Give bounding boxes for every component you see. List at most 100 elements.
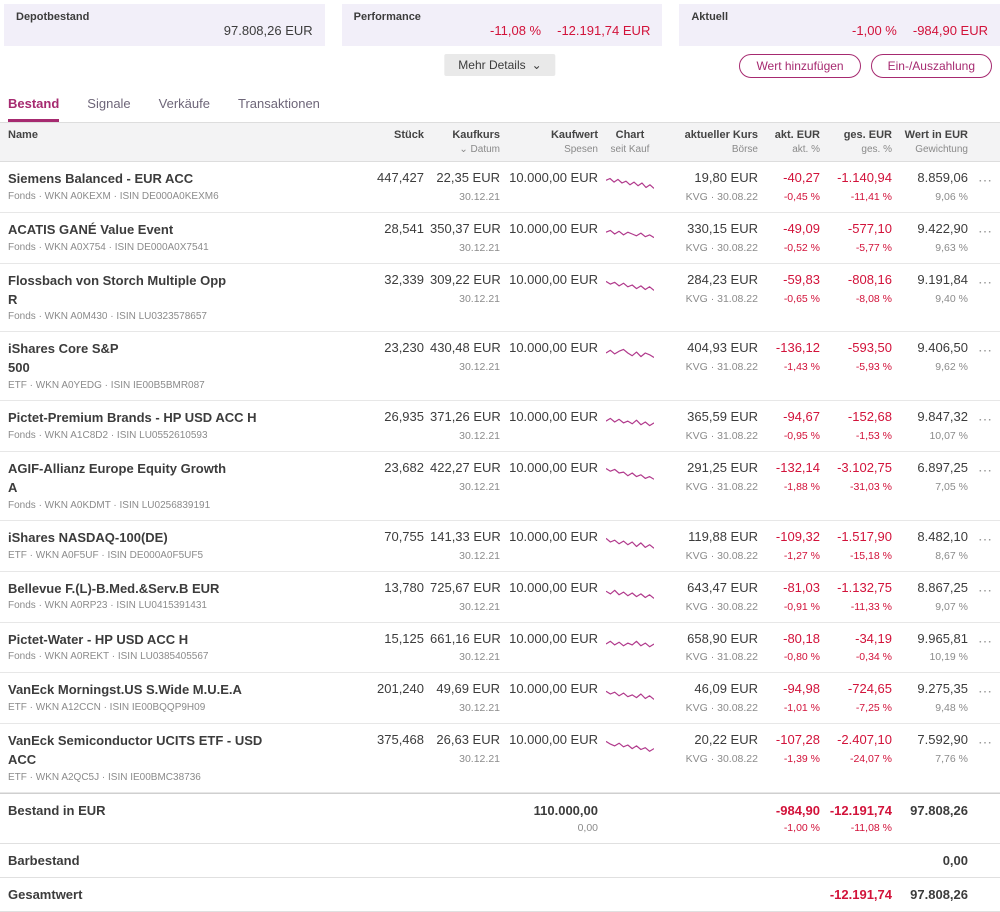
fund-name-cell[interactable]: Siemens Balanced - EUR ACC Fonds · WKN A… — [8, 170, 356, 202]
wert-cell: 8.867,25 9,07 % — [917, 579, 968, 613]
fund-name-cell[interactable]: iShares Core S&P 500 ETF · WKN A0YEDG · … — [8, 340, 356, 391]
aktueller-kurs-cell: 119,88 EUR KVG · 30.08.22 — [685, 528, 758, 562]
fund-name-cell[interactable]: VanEck Morningst.US S.Wide M.U.E.A ETF ·… — [8, 681, 356, 713]
add-value-button[interactable]: Wert hinzufügen — [739, 54, 861, 78]
fund-name-cell[interactable]: Pictet-Water - HP USD ACC H Fonds · WKN … — [8, 631, 356, 663]
fund-meta: Fonds · WKN A0KEXM · ISIN DE000A0KEXM6 — [8, 190, 219, 202]
row-menu-button[interactable]: ⋯ — [974, 529, 996, 548]
aktueller-kurs-cell: 643,47 EUR KVG · 30.08.22 — [685, 579, 758, 613]
fund-name: Pictet-Premium Brands - HP USD ACC H — [8, 410, 257, 426]
col-header-kaufkurs[interactable]: Kaufkurs ⌄ Datum — [430, 129, 500, 155]
table-row[interactable]: ACATIS GANÉ Value Event Fonds · WKN A0X7… — [0, 213, 1000, 264]
chart-cell — [604, 681, 656, 705]
ellipsis-icon: ⋯ — [978, 273, 992, 290]
tab-transaktionen[interactable]: Transaktionen — [238, 96, 320, 122]
table-row[interactable]: Pictet-Premium Brands - HP USD ACC H Fon… — [0, 401, 1000, 453]
fund-name-cell[interactable]: Flossbach von Storch Multiple Opp R Fond… — [8, 272, 356, 323]
ellipsis-icon: ⋯ — [978, 632, 992, 649]
col-header-akt-eur[interactable]: akt. EUR akt. % — [764, 129, 820, 155]
row-menu-button[interactable]: ⋯ — [974, 580, 996, 599]
stueck-cell: 15,125 — [384, 630, 424, 646]
table-row[interactable]: VanEck Semiconductor UCITS ETF - USD ACC… — [0, 724, 1000, 793]
row-menu-button[interactable]: ⋯ — [974, 340, 996, 359]
footer-row-gesamtwert: Gesamtwert -12.191,74 97.808,26 — [0, 878, 1000, 912]
row-menu-button[interactable]: ⋯ — [974, 170, 996, 189]
kaufkurs-cell: 350,37 EUR 30.12.21 — [430, 220, 501, 254]
col-header-ges-eur[interactable]: ges. EUR ges. % — [826, 129, 892, 155]
chart-cell — [604, 460, 656, 484]
fund-name-cell[interactable]: AGIF-Allianz Europe Equity Growth A Fond… — [8, 460, 356, 511]
row-menu-button[interactable]: ⋯ — [974, 221, 996, 240]
footer-row-bestand: Bestand in EUR 110.000,00 0,00 -984,90 -… — [0, 792, 1000, 844]
kaufwert-cell: 10.000,00 EUR — [509, 630, 598, 646]
fund-meta: ETF · WKN A0F5UF · ISIN DE000A0F5UF5 — [8, 549, 204, 561]
akt-eur-cell: -49,09 -0,52 % — [783, 220, 820, 254]
ges-eur-cell: -724,65 -7,25 % — [847, 681, 892, 715]
row-menu-button[interactable]: ⋯ — [974, 272, 996, 291]
ges-eur-cell: -3.102,75 -31,03 % — [837, 460, 892, 493]
fund-name-cell[interactable]: VanEck Semiconductor UCITS ETF - USD ACC… — [8, 732, 356, 783]
kaufkurs-cell: 371,26 EUR 30.12.21 — [430, 409, 501, 443]
kaufwert-cell: 10.000,00 EUR — [509, 271, 598, 287]
fund-name: Flossbach von Storch Multiple Opp R — [8, 272, 227, 307]
sparkline-chart — [606, 691, 654, 701]
kaufkurs-cell: 430,48 EUR 30.12.21 — [430, 340, 501, 374]
more-details-button[interactable]: Mehr Details ⌄ — [444, 54, 556, 76]
tab-bestand[interactable]: Bestand — [8, 96, 60, 122]
row-menu-button[interactable]: ⋯ — [974, 409, 996, 428]
fund-meta: Fonds · WKN A0REKT · ISIN LU0385405567 — [8, 651, 209, 663]
kaufwert-cell: 10.000,00 EUR — [509, 579, 598, 595]
row-menu-button[interactable]: ⋯ — [974, 631, 996, 650]
fund-name-cell[interactable]: ACATIS GANÉ Value Event Fonds · WKN A0X7… — [8, 221, 356, 253]
akt-eur-cell: -107,28 -1,39 % — [775, 732, 820, 766]
chart-cell — [604, 221, 656, 245]
stueck-cell: 447,427 — [377, 170, 424, 185]
col-header-kurs[interactable]: aktueller Kurs Börse — [662, 129, 758, 155]
kaufwert-cell: 10.000,00 EUR — [509, 681, 598, 697]
akt-eur-cell: -59,83 -0,65 % — [783, 271, 820, 305]
chevron-down-icon: ⌄ — [531, 58, 542, 72]
fund-name-cell[interactable]: iShares NASDAQ-100(DE) ETF · WKN A0F5UF … — [8, 529, 356, 561]
aktueller-kurs-cell: 404,93 EUR KVG · 31.08.22 — [685, 340, 758, 374]
fund-meta: Fonds · WKN A0M430 · ISIN LU0323578657 — [8, 311, 207, 323]
sparkline-chart — [606, 468, 654, 480]
fund-name-cell[interactable]: Bellevue F.(L)-B.Med.&Serv.B EUR Fonds ·… — [8, 580, 356, 612]
wert-cell: 9.406,50 9,62 % — [917, 340, 968, 374]
table-row[interactable]: iShares Core S&P 500 ETF · WKN A0YEDG · … — [0, 332, 1000, 402]
table-row[interactable]: Pictet-Water - HP USD ACC H Fonds · WKN … — [0, 623, 1000, 674]
tab-verkaeufe[interactable]: Verkäufe — [159, 96, 210, 122]
table-row[interactable]: Flossbach von Storch Multiple Opp R Fond… — [0, 264, 1000, 333]
card-label: Aktuell — [691, 11, 729, 23]
fund-meta: ETF · WKN A12CCN · ISIN IE00BQQP9H09 — [8, 702, 206, 714]
wert-cell: 8.859,06 9,06 % — [917, 170, 968, 203]
akt-eur-cell: -109,32 -1,27 % — [775, 528, 820, 562]
deposit-withdraw-button[interactable]: Ein-/Auszahlung — [870, 54, 992, 78]
row-menu-button[interactable]: ⋯ — [974, 460, 996, 479]
sparkline-chart — [606, 280, 654, 291]
ges-eur-cell: -34,19 -0,34 % — [855, 630, 892, 664]
tab-signale[interactable]: Signale — [87, 96, 130, 122]
col-header-stueck[interactable]: Stück — [362, 129, 424, 141]
ges-eur-cell: -1.517,90 -15,18 % — [837, 528, 892, 562]
sparkline-chart — [606, 640, 654, 647]
table-header: Name Stück Kaufkurs ⌄ Datum Kaufwert Spe… — [0, 122, 1000, 162]
fund-name: iShares NASDAQ-100(DE) — [8, 529, 168, 545]
col-header-kaufwert[interactable]: Kaufwert Spesen — [506, 129, 598, 155]
aktuell-pct: -1,00 % — [852, 23, 897, 38]
sparkline-chart — [606, 177, 654, 189]
col-header-name[interactable]: Name — [8, 129, 356, 141]
akt-eur-cell: -132,14 -1,88 % — [775, 460, 820, 493]
ellipsis-icon: ⋯ — [978, 222, 992, 239]
col-header-wert[interactable]: Wert in EUR Gewichtung — [898, 129, 968, 155]
table-row[interactable]: iShares NASDAQ-100(DE) ETF · WKN A0F5UF … — [0, 521, 1000, 572]
table-row[interactable]: Bellevue F.(L)-B.Med.&Serv.B EUR Fonds ·… — [0, 572, 1000, 623]
fund-name-cell[interactable]: Pictet-Premium Brands - HP USD ACC H Fon… — [8, 409, 356, 441]
row-menu-button[interactable]: ⋯ — [974, 681, 996, 700]
table-row[interactable]: AGIF-Allianz Europe Equity Growth A Fond… — [0, 452, 1000, 521]
chart-cell — [604, 409, 656, 433]
ellipsis-icon: ⋯ — [978, 172, 992, 188]
total-spesen: 0,00 — [577, 821, 598, 834]
table-row[interactable]: VanEck Morningst.US S.Wide M.U.E.A ETF ·… — [0, 673, 1000, 725]
table-row[interactable]: Siemens Balanced - EUR ACC Fonds · WKN A… — [0, 162, 1000, 213]
row-menu-button[interactable]: ⋯ — [974, 732, 996, 751]
